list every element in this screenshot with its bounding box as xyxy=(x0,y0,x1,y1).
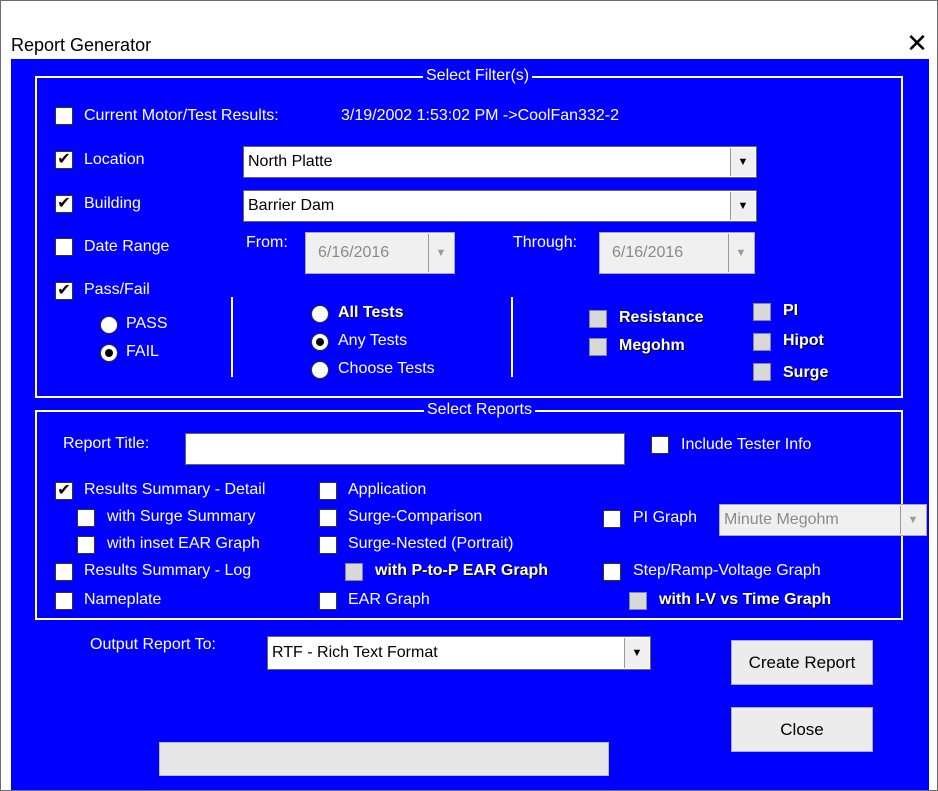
with-inset-ear-graph-checkbox[interactable] xyxy=(77,536,95,554)
chevron-down-icon: ▼ xyxy=(728,234,753,272)
dialog-client-area: Select Filter(s) Current Motor/Test Resu… xyxy=(11,59,929,790)
current-motor-label: Current Motor/Test Results: xyxy=(84,107,279,124)
fail-radio[interactable] xyxy=(100,344,118,362)
chevron-down-icon: ▼ xyxy=(730,192,755,220)
pass-radio-label: PASS xyxy=(126,315,168,332)
output-format-value: RTF - Rich Text Format xyxy=(272,644,438,661)
output-report-to-label: Output Report To: xyxy=(90,636,216,653)
surge-label: Surge xyxy=(783,364,829,381)
choose-tests-label: Choose Tests xyxy=(338,360,435,377)
report-title-input[interactable] xyxy=(185,433,625,465)
fail-radio-label: FAIL xyxy=(126,343,159,360)
building-label: Building xyxy=(84,195,141,212)
choose-tests-radio[interactable] xyxy=(311,361,329,379)
step-ramp-voltage-checkbox[interactable] xyxy=(603,563,621,581)
through-label: Through: xyxy=(513,234,578,251)
location-checkbox[interactable]: ✔ xyxy=(55,151,73,169)
nameplate-checkbox[interactable] xyxy=(55,592,73,610)
location-label: Location xyxy=(84,151,145,168)
hipot-label: Hipot xyxy=(783,332,824,349)
pi-graph-label: PI Graph xyxy=(633,509,698,526)
megohm-checkbox[interactable] xyxy=(589,338,607,356)
date-range-label: Date Range xyxy=(84,238,170,255)
window-title: Report Generator xyxy=(11,35,152,55)
building-checkbox[interactable]: ✔ xyxy=(55,195,73,213)
report-title-label: Report Title: xyxy=(63,435,150,452)
select-reports-group: Select Reports Report Title: Include Tes… xyxy=(35,401,927,620)
current-motor-value: 3/19/2002 1:53:02 PM ->CoolFan332-2 xyxy=(341,107,619,124)
select-filters-group: Select Filter(s) Current Motor/Test Resu… xyxy=(35,67,903,398)
all-tests-label: All Tests xyxy=(338,304,404,321)
from-date-picker[interactable]: 6/16/2016 ▼ xyxy=(305,232,455,274)
select-reports-title: Select Reports xyxy=(424,401,535,419)
create-report-button[interactable]: Create Report xyxy=(731,640,873,685)
chevron-down-icon: ▼ xyxy=(900,506,925,534)
surge-comparison-checkbox[interactable] xyxy=(319,509,337,527)
pi-label: PI xyxy=(783,302,799,319)
pass-radio[interactable] xyxy=(100,316,118,334)
title-bar: Report Generator ✕ xyxy=(1,1,937,59)
chevron-down-icon: ▼ xyxy=(624,638,649,668)
select-filters-title: Select Filter(s) xyxy=(423,67,533,85)
with-ptop-ear-graph-checkbox[interactable] xyxy=(345,563,363,581)
from-date-value: 6/16/2016 xyxy=(318,244,390,261)
results-summary-detail-checkbox[interactable]: ✔ xyxy=(55,482,73,500)
from-label: From: xyxy=(246,234,288,251)
megohm-label: Megohm xyxy=(619,337,685,354)
chevron-down-icon: ▼ xyxy=(730,148,755,176)
results-summary-log-checkbox[interactable] xyxy=(55,563,73,581)
through-date-picker[interactable]: 6/16/2016 ▼ xyxy=(599,232,755,274)
application-label: Application xyxy=(348,481,427,498)
output-format-select[interactable]: RTF - Rich Text Format ▼ xyxy=(267,636,651,670)
location-select[interactable]: North Platte ▼ xyxy=(243,146,757,178)
building-select[interactable]: Barrier Dam ▼ xyxy=(243,190,757,222)
include-tester-info-label: Include Tester Info xyxy=(681,436,812,453)
resistance-label: Resistance xyxy=(619,309,704,326)
pi-graph-select[interactable]: Minute Megohm ▼ xyxy=(719,504,927,536)
include-tester-info-checkbox[interactable] xyxy=(651,436,669,454)
surge-nested-checkbox[interactable] xyxy=(319,536,337,554)
through-date-value: 6/16/2016 xyxy=(612,244,684,261)
close-window-icon[interactable]: ✕ xyxy=(905,30,929,56)
surge-comparison-label: Surge-Comparison xyxy=(348,508,483,525)
resistance-checkbox[interactable] xyxy=(589,310,607,328)
report-generator-window: Report Generator ✕ Select Filter(s) Curr… xyxy=(0,0,938,791)
with-iv-time-graph-checkbox[interactable] xyxy=(629,592,647,610)
with-inset-ear-graph-label: with inset EAR Graph xyxy=(107,535,260,552)
any-tests-label: Any Tests xyxy=(338,332,408,349)
surge-nested-label: Surge-Nested (Portrait) xyxy=(348,535,514,552)
all-tests-radio[interactable] xyxy=(311,305,329,323)
with-surge-summary-label: with Surge Summary xyxy=(107,508,256,525)
pi-graph-checkbox[interactable] xyxy=(603,510,621,528)
results-summary-log-label: Results Summary - Log xyxy=(84,562,252,579)
ear-graph-checkbox[interactable] xyxy=(319,592,337,610)
location-select-value: North Platte xyxy=(248,153,333,170)
progress-bar xyxy=(159,742,609,776)
application-checkbox[interactable] xyxy=(319,482,337,500)
ear-graph-label: EAR Graph xyxy=(348,591,430,608)
pi-graph-select-value: Minute Megohm xyxy=(724,511,839,528)
with-surge-summary-checkbox[interactable] xyxy=(77,509,95,527)
pass-fail-checkbox[interactable]: ✔ xyxy=(55,282,73,300)
pass-fail-label: Pass/Fail xyxy=(84,281,150,298)
building-select-value: Barrier Dam xyxy=(248,197,335,214)
chevron-down-icon: ▼ xyxy=(428,234,453,272)
step-ramp-voltage-label: Step/Ramp-Voltage Graph xyxy=(633,562,821,579)
current-motor-checkbox[interactable] xyxy=(55,107,73,125)
with-iv-time-graph-label: with I-V vs Time Graph xyxy=(659,591,832,608)
surge-checkbox[interactable] xyxy=(753,363,771,381)
separator xyxy=(231,297,233,377)
close-button[interactable]: Close xyxy=(731,707,873,752)
any-tests-radio[interactable] xyxy=(311,333,329,351)
with-ptop-ear-graph-label: with P-to-P EAR Graph xyxy=(375,562,549,579)
nameplate-label: Nameplate xyxy=(84,591,162,608)
pi-checkbox[interactable] xyxy=(753,303,771,321)
date-range-checkbox[interactable] xyxy=(55,238,73,256)
separator xyxy=(511,297,513,377)
hipot-checkbox[interactable] xyxy=(753,333,771,351)
results-summary-detail-label: Results Summary - Detail xyxy=(84,481,266,498)
